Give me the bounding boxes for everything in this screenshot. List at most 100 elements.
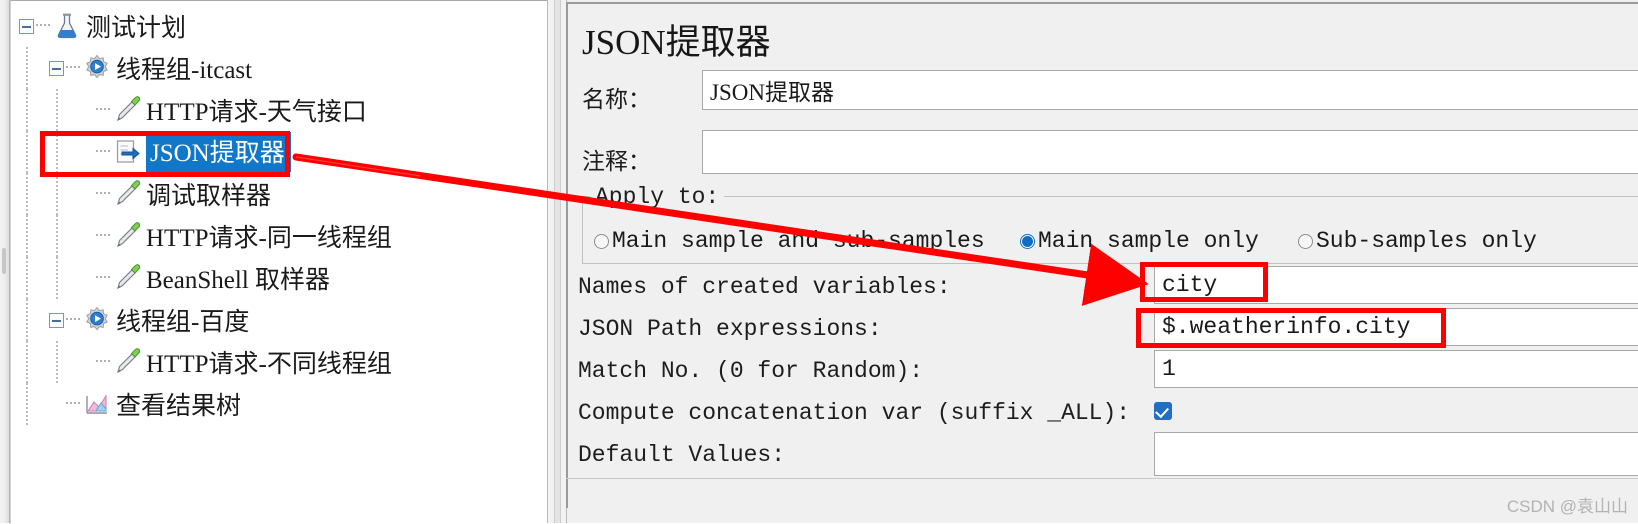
tree-guide [56,341,58,383]
tree-connector [96,150,110,154]
variables-label: Names of created variables: [578,274,951,300]
tree-guide [26,299,28,341]
tree-item-9[interactable]: 查看结果树 [11,383,547,425]
radio-main-and-sub[interactable]: Main sample and sub-samples [594,228,985,254]
radio-dot-main-and-sub[interactable] [594,233,609,249]
radio-label-main-only: Main sample only [1038,228,1259,254]
tree-item-label: JSON提取器 [146,132,291,172]
comment-input[interactable] [702,130,1638,174]
jsonpath-input[interactable]: $.weatherinfo.city [1154,308,1638,346]
tree-collapse-toggle[interactable] [49,312,64,328]
tree-toggle-spacer [79,236,94,237]
tree-connector [96,234,110,238]
radio-sub-only[interactable]: Sub-samples only [1298,228,1537,254]
tree-item-6[interactable]: BeanShell 取样器 [11,257,547,299]
apply-to-group-title: Apply to: [590,184,725,210]
center-splitter-bar[interactable] [554,0,561,523]
radio-dot-sub-only[interactable] [1298,233,1313,249]
tree-guide [26,383,28,425]
splitter-grip[interactable] [2,248,6,274]
name-input[interactable]: JSON提取器 [702,70,1638,110]
thread-group-icon [82,305,112,335]
match-no-input[interactable]: 1 [1154,350,1638,388]
tree-connector [96,360,110,364]
radio-main-only[interactable]: Main sample only [1020,228,1259,254]
radio-label-main-and-sub: Main sample and sub-samples [612,228,985,254]
tree-guide [26,131,28,173]
test-plan-tree[interactable]: 测试计划线程组-itcast HTTP请求-天气接口 JSON提取器调试取样器 HTT… [11,5,547,425]
tree-toggle-spacer [49,404,64,405]
tree-item-3[interactable]: JSON提取器 [11,131,547,173]
tree-guide [56,131,58,173]
tree-item-7[interactable]: 线程组-百度 [11,299,547,341]
tree-guide [56,215,58,257]
left-splitter-strip[interactable] [0,0,10,523]
comment-label: 注释： [582,149,651,174]
tree-toggle-spacer [79,152,94,153]
tree-item-label: BeanShell 取样器 [146,267,331,294]
page-title: JSON提取器 [582,23,771,62]
concat-label: Compute concatenation var (suffix _ALL): [578,400,1131,426]
tree-guide [26,173,28,215]
tree-guide [56,257,58,299]
concat-checkbox[interactable] [1154,402,1172,420]
tree-collapse-toggle[interactable] [49,60,64,76]
tree-guide [26,47,28,89]
tree-item-1[interactable]: 线程组-itcast [11,47,547,89]
watermark-divider [566,478,1638,479]
tree-item-4[interactable]: 调试取样器 [11,173,547,215]
tree-connector [66,402,80,406]
radio-label-sub-only: Sub-samples only [1316,228,1537,254]
tree-guide [26,341,28,383]
tree-item-label: 线程组-百度 [116,309,250,336]
match-no-label: Match No. (0 for Random): [578,358,924,384]
center-splitter[interactable] [547,0,567,523]
view-results-tree-icon [82,389,112,419]
default-values-input[interactable] [1154,432,1638,476]
test-plan-tree-panel[interactable]: 测试计划线程组-itcast HTTP请求-天气接口 JSON提取器调试取样器 HTT… [10,0,547,524]
watermark: CSDN @袁山山 [1506,497,1628,516]
tree-guide [26,89,28,131]
tree-toggle-spacer [79,278,94,279]
radio-dot-main-only[interactable] [1020,233,1035,249]
jmeter-window: 测试计划线程组-itcast HTTP请求-天气接口 JSON提取器调试取样器 HTT… [0,0,1638,524]
tree-connector [36,24,50,28]
tree-item-5[interactable]: HTTP请求-同一线程组 [11,215,547,257]
flask-icon [52,11,82,41]
tree-connector [96,192,110,196]
tree-item-label: HTTP请求-天气接口 [146,99,367,126]
tree-item-label: HTTP请求-不同线程组 [146,351,392,378]
sampler-icon [112,179,142,209]
tree-connector [96,276,110,280]
tree-item-label: 线程组-itcast [116,57,253,84]
jsonpath-label: JSON Path expressions: [578,316,882,342]
tree-toggle-spacer [79,362,94,363]
tree-item-2[interactable]: HTTP请求-天气接口 [11,89,547,131]
tree-collapse-toggle[interactable] [19,18,34,34]
sampler-icon [112,221,142,251]
sampler-icon [112,95,142,125]
tree-connector [96,108,110,112]
tree-item-label: 测试计划 [86,15,187,42]
variables-input[interactable]: city [1154,266,1638,304]
tree-connector [66,318,80,322]
tree-item-label: 调试取样器 [146,183,272,210]
json-extractor-form: JSON提取器 名称： JSON提取器 注释： Apply to: Main s… [566,2,1638,508]
tree-item-0[interactable]: 测试计划 [11,5,547,47]
tree-item-8[interactable]: HTTP请求-不同线程组 [11,341,547,383]
tree-guide [26,257,28,299]
tree-toggle-spacer [79,110,94,111]
tree-connector [66,66,80,70]
sampler-icon [112,347,142,377]
tree-guide [26,215,28,257]
